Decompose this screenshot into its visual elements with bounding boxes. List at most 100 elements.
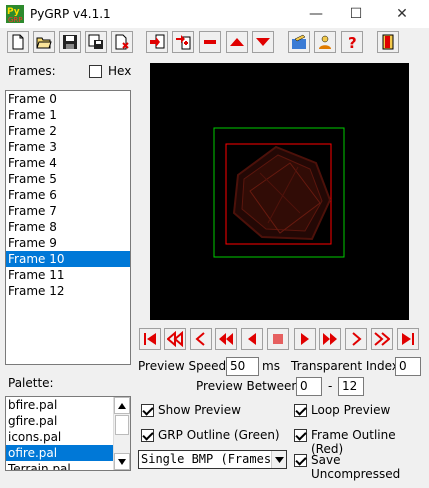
minimize-button[interactable]: — [296, 2, 336, 26]
palette-list-item[interactable]: ofire.pal [6, 445, 113, 461]
frames-label: Frames: [8, 64, 56, 78]
tools-icon [292, 34, 306, 49]
help-button[interactable]: ? [341, 31, 363, 53]
back-10-button[interactable] [164, 328, 186, 350]
scroll-down-icon [118, 458, 126, 465]
preview-speed-input[interactable]: 50 [226, 357, 259, 376]
frame-list-item[interactable]: Frame 0 [6, 91, 130, 107]
back-1-button[interactable] [190, 328, 212, 350]
palette-label: Palette: [8, 376, 54, 390]
close-button[interactable]: ✕ [382, 2, 422, 26]
move-down-button[interactable] [252, 31, 274, 53]
palette-list-item[interactable]: Terrain.pal [6, 461, 113, 470]
palette-scrollbar[interactable] [113, 397, 130, 470]
help-people-icon [319, 35, 331, 49]
maximize-button[interactable]: ☐ [336, 2, 376, 26]
frame-outline-checkbox[interactable] [294, 429, 307, 442]
loop-preview-checkbox[interactable] [294, 404, 307, 417]
back-1-icon [195, 332, 205, 346]
svg-text:GRP: GRP [8, 16, 23, 23]
frame-list-item[interactable]: Frame 8 [6, 219, 130, 235]
import-frames-button[interactable] [146, 31, 168, 53]
palette-list-item[interactable]: icons.pal [6, 429, 113, 445]
grp-outline-checkbox[interactable] [141, 429, 154, 442]
close-file-button[interactable] [111, 31, 133, 53]
frame-list-item[interactable]: Frame 10 [6, 251, 130, 267]
svg-text:?: ? [348, 34, 357, 50]
play-backward-icon [219, 333, 233, 345]
scroll-up-icon [118, 402, 126, 409]
delete-frames-button[interactable] [199, 31, 221, 53]
help-people-button[interactable] [314, 31, 336, 53]
save-uncompressed-label: Save Uncompressed [311, 453, 401, 481]
play-forward-icon [323, 333, 337, 345]
title-bar: Py GRP PyGRP v4.1.1 — ☐ ✕ [0, 0, 429, 28]
open-button[interactable] [33, 31, 55, 53]
tools-button[interactable] [288, 31, 310, 53]
play-forward-button[interactable] [319, 328, 341, 350]
first-frame-button[interactable] [139, 328, 161, 350]
scroll-up-button[interactable] [114, 397, 130, 414]
frame-list-item[interactable]: Frame 7 [6, 203, 130, 219]
loop-preview-label: Loop Preview [311, 403, 391, 417]
forward-1-button[interactable] [345, 328, 367, 350]
insert-frames-icon [176, 35, 191, 50]
ms-label: ms [262, 359, 280, 373]
frame-list-item[interactable]: Frame 6 [6, 187, 130, 203]
save-as-button[interactable] [85, 31, 107, 53]
play-backward-button[interactable] [215, 328, 237, 350]
transparent-index-input[interactable]: 0 [395, 357, 421, 376]
stop-button[interactable] [267, 328, 289, 350]
move-up-button[interactable] [226, 31, 248, 53]
frame-list-item[interactable]: Frame 9 [6, 235, 130, 251]
palette-list-item[interactable]: bfire.pal [6, 397, 113, 413]
show-preview-checkbox[interactable] [141, 404, 154, 417]
step-back-icon [248, 333, 256, 345]
step-back-button[interactable] [241, 328, 263, 350]
dropdown-arrow[interactable] [271, 451, 286, 468]
sprite-image [232, 145, 332, 241]
preview-speed-label: Preview Speed: [138, 359, 231, 373]
last-frame-button[interactable] [397, 328, 419, 350]
scroll-down-button[interactable] [114, 453, 130, 470]
new-button[interactable] [7, 31, 29, 53]
back-10-icon [167, 331, 183, 347]
save-uncompressed-checkbox[interactable] [294, 454, 307, 467]
frame-list-item[interactable]: Frame 5 [6, 171, 130, 187]
stop-icon [273, 334, 283, 344]
frames-list[interactable]: Frame 0 Frame 1 Frame 2 Frame 3 Frame 4 Frame… [5, 90, 131, 365]
frame-list-item[interactable]: Frame 4 [6, 155, 130, 171]
show-preview-label: Show Preview [158, 403, 241, 417]
preview-from-input[interactable]: 0 [296, 377, 322, 396]
preview-between-label: Preview Between: [196, 379, 304, 393]
frame-list-item[interactable]: Frame 1 [6, 107, 130, 123]
import-frames-icon [150, 34, 165, 49]
forward-10-button[interactable] [371, 328, 393, 350]
bmp-mode-select[interactable]: Single BMP (Framesets) [138, 450, 287, 469]
frame-list-item[interactable]: Frame 2 [6, 123, 130, 139]
insert-frames-button[interactable] [172, 31, 194, 53]
move-down-icon [256, 38, 270, 46]
save-button[interactable] [59, 31, 81, 53]
first-frame-icon [144, 333, 156, 345]
hex-label: Hex [108, 64, 132, 78]
exit-icon [382, 34, 394, 50]
frame-list-item[interactable]: Frame 11 [6, 267, 130, 283]
forward-10-icon [374, 332, 390, 346]
scroll-thumb[interactable] [115, 415, 129, 435]
app-icon: Py GRP [6, 5, 24, 23]
preview-between-dash: - [328, 379, 333, 393]
preview-to-input[interactable]: 12 [338, 377, 364, 396]
frame-list-item[interactable]: Frame 3 [6, 139, 130, 155]
open-icon [36, 37, 52, 49]
transparent-index-label: Transparent Index: [291, 359, 403, 373]
move-up-icon [230, 38, 244, 46]
hex-checkbox[interactable] [89, 65, 102, 78]
step-forward-button[interactable] [294, 328, 316, 350]
preview-sprite [213, 127, 345, 258]
palette-list-item[interactable]: gfire.pal [6, 413, 113, 429]
help-icon: ? [348, 34, 357, 50]
frame-list-item[interactable]: Frame 12 [6, 283, 130, 299]
exit-button[interactable] [377, 31, 399, 53]
step-forward-icon [301, 333, 309, 345]
